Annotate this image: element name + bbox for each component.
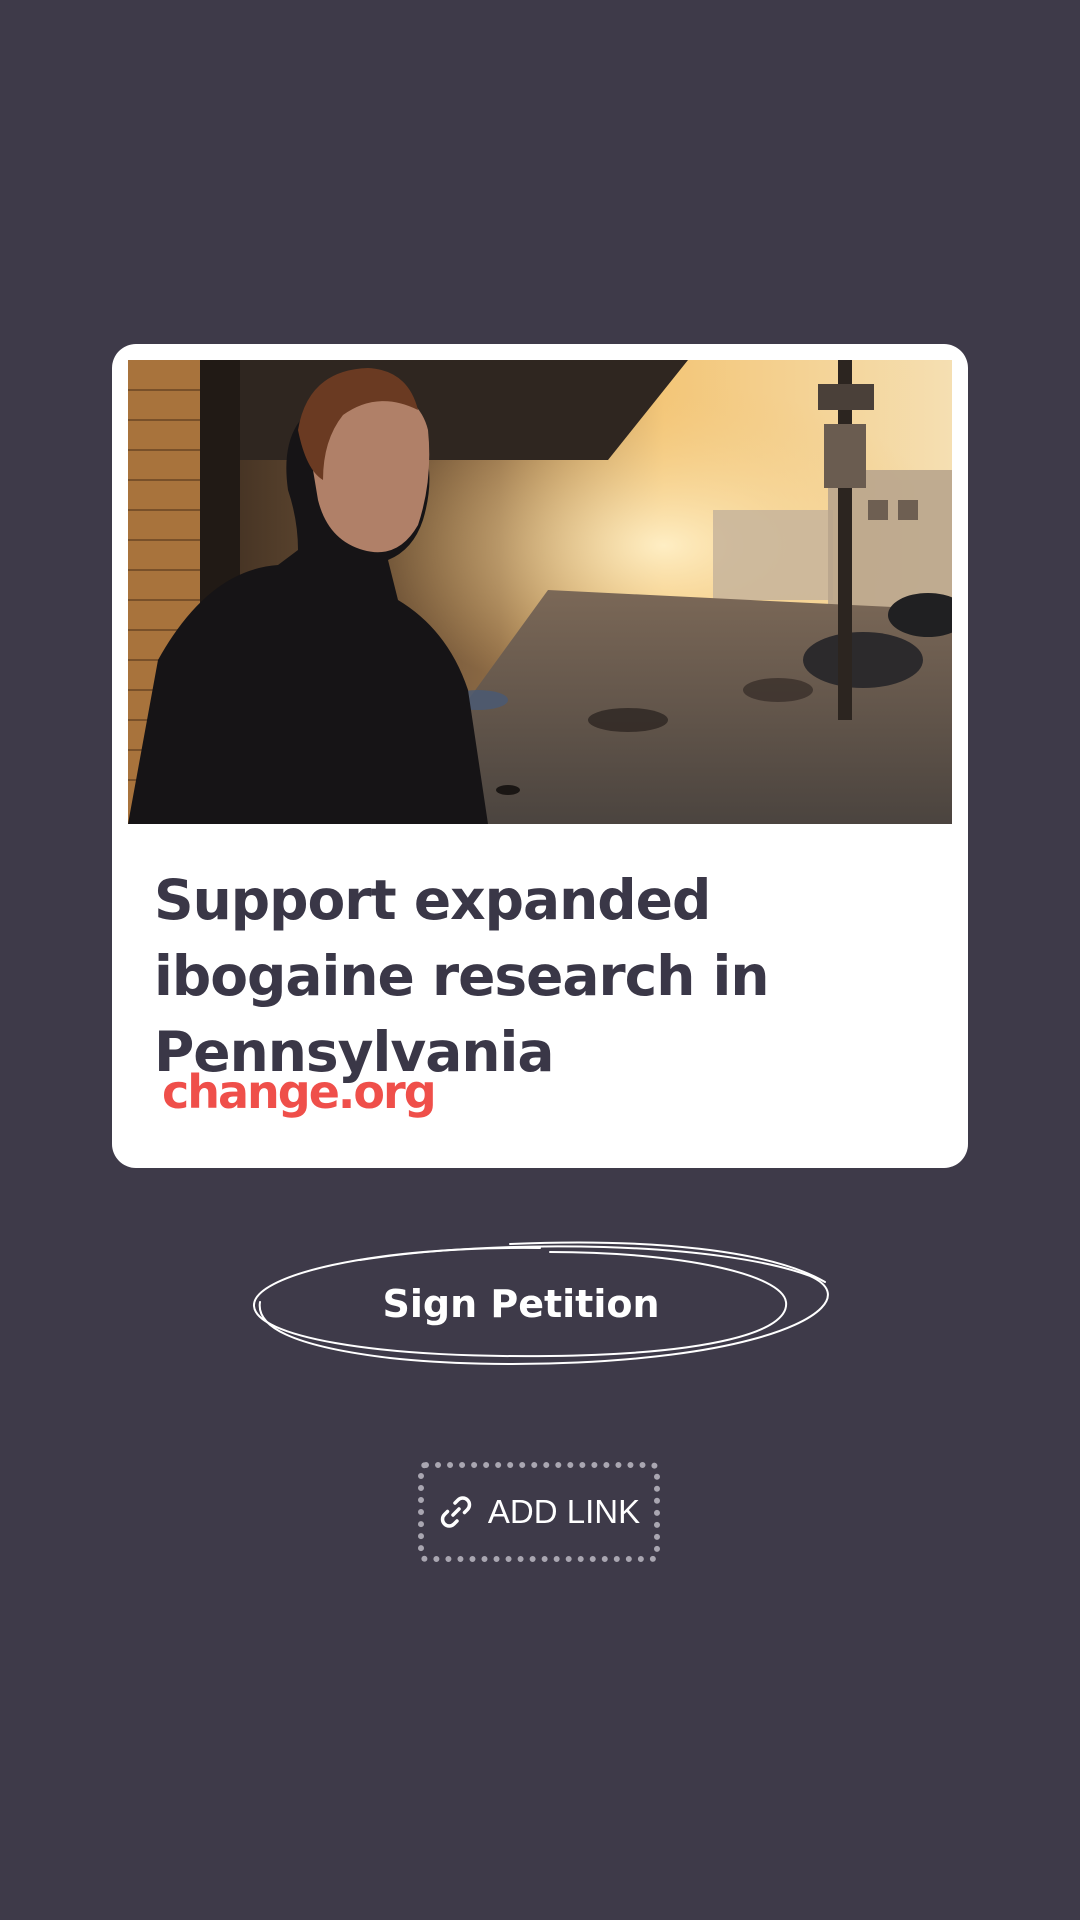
petition-image: [128, 360, 952, 824]
change-org-logo: change.org: [162, 1065, 437, 1119]
petition-title: Support expanded ibogaine research in Pe…: [154, 868, 770, 1084]
sign-petition-button[interactable]: Sign Petition: [268, 1252, 774, 1356]
petition-card[interactable]: Support expanded ibogaine research in Pe…: [112, 344, 968, 1168]
story-canvas: Support expanded ibogaine research in Pe…: [0, 0, 1080, 1920]
sign-petition-wrapper: Sign Petition: [250, 1236, 830, 1374]
add-link-button[interactable]: ADD LINK: [418, 1462, 660, 1562]
link-icon: [438, 1494, 474, 1530]
add-link-label: ADD LINK: [487, 1493, 641, 1530]
petition-photo-illustration: [128, 360, 952, 824]
